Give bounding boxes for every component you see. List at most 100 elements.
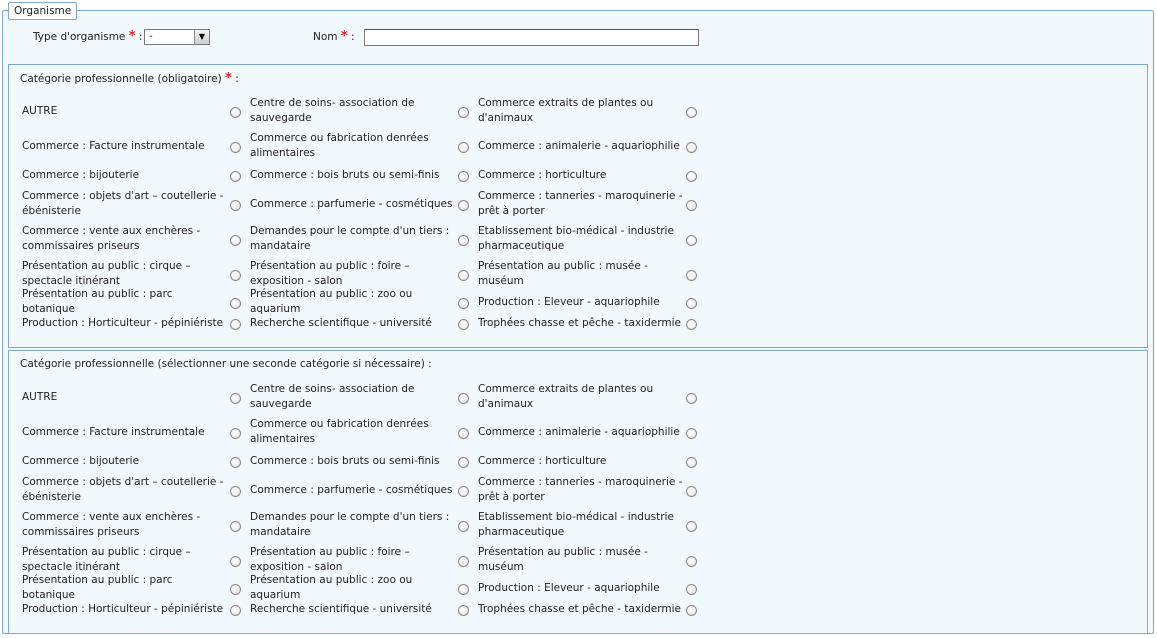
categorie-seconde-option-radio[interactable]	[686, 556, 697, 567]
categorie-obligatoire-option-label: Recherche scientifique - université	[250, 316, 432, 329]
categorie-seconde-option-radio[interactable]	[458, 521, 469, 532]
categorie-seconde-option-radio[interactable]	[686, 393, 697, 404]
required-marker: *	[225, 71, 232, 86]
nom-label: Nom * :	[313, 30, 355, 44]
categorie-obligatoire-option-radio[interactable]	[230, 171, 241, 182]
categorie-seconde-option-radio[interactable]	[458, 605, 469, 616]
categorie-seconde-option-radio[interactable]	[458, 428, 469, 439]
categorie-seconde-option-label: Demandes pour le compte d'un tiers : man…	[250, 511, 450, 538]
categorie-seconde-option-radio[interactable]	[686, 521, 697, 532]
organisme-legend: Organisme	[8, 2, 78, 20]
categorie-seconde-option-label: Présentation au public : cirque – specta…	[22, 546, 191, 573]
categorie-obligatoire-option-label: Production : Eleveur - aquariophile	[478, 295, 660, 308]
categorie-seconde-option-label: Commerce : objets d'art – coutellerie - …	[22, 476, 224, 503]
categorie-obligatoire-option-label: Commerce : parfumerie - cosmétiques	[250, 197, 453, 210]
categorie-obligatoire-option-label: Commerce : Facture instrumentale	[22, 139, 205, 152]
categorie-obligatoire-option-radio[interactable]	[230, 235, 241, 246]
categorie-seconde-option-radio[interactable]	[230, 556, 241, 567]
categorie-obligatoire-option-label: Commerce ou fabrication denrées alimenta…	[250, 132, 429, 159]
categorie-obligatoire-option-radio[interactable]	[230, 319, 241, 330]
categorie-obligatoire-option-radio[interactable]	[230, 200, 241, 211]
categorie-seconde-option-label: Etablissement bio-médical - industrie ph…	[478, 511, 674, 538]
type-organisme-select[interactable]: - ▼	[144, 29, 210, 45]
categorie-obligatoire-option-radio[interactable]	[686, 142, 697, 153]
categorie-obligatoire-option-radio[interactable]	[458, 107, 469, 118]
categorie-obligatoire-option-radio[interactable]	[458, 319, 469, 330]
label-colon: :	[235, 73, 239, 85]
categorie-seconde-option-label: Commerce : parfumerie - cosmétiques	[250, 483, 453, 496]
categorie-obligatoire-option-radio[interactable]	[458, 235, 469, 246]
categorie-obligatoire-option-radio[interactable]	[686, 171, 697, 182]
type-organisme-label-text: Type d'organisme	[33, 31, 126, 43]
categorie-seconde-option-radio[interactable]	[458, 556, 469, 567]
categorie-obligatoire-option-label: Présentation au public : parc botanique	[22, 288, 173, 315]
categorie-seconde-option-radio[interactable]	[686, 605, 697, 616]
categorie-obligatoire-option-label: Commerce : vente aux enchères - commissa…	[22, 225, 201, 252]
categorie-obligatoire-title: Catégorie professionnelle (obligatoire) …	[20, 72, 239, 86]
categorie-obligatoire-option-radio[interactable]	[458, 200, 469, 211]
categorie-seconde-option-label: Recherche scientifique - université	[250, 602, 432, 615]
categorie-obligatoire-option-label: Commerce extraits de plantes ou d'animau…	[478, 97, 654, 124]
categorie-seconde-option-label: Commerce : bijouterie	[22, 454, 140, 467]
categorie-obligatoire-option-label: Commerce : horticulture	[478, 168, 607, 181]
type-organisme-value: -	[149, 31, 153, 42]
categorie-seconde-option-radio[interactable]	[686, 428, 697, 439]
categorie-obligatoire-option-radio[interactable]	[686, 298, 697, 309]
categorie-seconde-option-radio[interactable]	[230, 486, 241, 497]
categorie-seconde-option-radio[interactable]	[230, 521, 241, 532]
categorie-seconde-option-radio[interactable]	[458, 584, 469, 595]
categorie-seconde-option-radio[interactable]	[458, 457, 469, 468]
categorie-obligatoire-option-radio[interactable]	[230, 142, 241, 153]
categorie-obligatoire-option-label: Demandes pour le compte d'un tiers : man…	[250, 225, 450, 252]
categorie-seconde-option-label: Présentation au public : parc botanique	[22, 574, 173, 601]
categorie-obligatoire-option-radio[interactable]	[230, 270, 241, 281]
categorie-seconde-option-radio[interactable]	[230, 584, 241, 595]
required-marker: *	[340, 29, 348, 44]
categorie-seconde-option-label: Commerce : tanneries - maroquinerie - pr…	[478, 476, 683, 503]
categorie-obligatoire-option-radio[interactable]	[686, 107, 697, 118]
categorie-obligatoire-title-text: Catégorie professionnelle (obligatoire)	[20, 73, 222, 85]
categorie-seconde-title: Catégorie professionnelle (sélectionner …	[20, 358, 432, 370]
categorie-seconde-option-radio[interactable]	[458, 486, 469, 497]
categorie-seconde-option-label: Commerce extraits de plantes ou d'animau…	[478, 383, 654, 410]
categorie-obligatoire-option-radio[interactable]	[458, 270, 469, 281]
categorie-obligatoire-option-label: Commerce : objets d'art – coutellerie - …	[22, 190, 224, 217]
categorie-obligatoire-fieldset: Catégorie professionnelle (obligatoire) …	[8, 64, 1148, 348]
categorie-obligatoire-option-label: AUTRE	[22, 104, 58, 117]
categorie-seconde-option-label: Commerce : horticulture	[478, 454, 607, 467]
categorie-seconde-option-radio[interactable]	[230, 457, 241, 468]
chevron-down-icon[interactable]: ▼	[194, 30, 209, 44]
categorie-obligatoire-option-radio[interactable]	[230, 107, 241, 118]
type-organisme-label: Type d'organisme * :	[33, 30, 142, 44]
categorie-seconde-option-radio[interactable]	[230, 605, 241, 616]
categorie-obligatoire-option-radio[interactable]	[458, 298, 469, 309]
categorie-obligatoire-option-label: Présentation au public : foire – exposit…	[250, 260, 410, 287]
categorie-obligatoire-option-label: Trophées chasse et pêche - taxidermie	[478, 316, 681, 329]
nom-input[interactable]	[364, 29, 699, 46]
categorie-seconde-option-radio[interactable]	[686, 486, 697, 497]
nom-label-text: Nom	[313, 31, 338, 43]
categorie-obligatoire-option-radio[interactable]	[458, 142, 469, 153]
categorie-seconde-option-label: Commerce : bois bruts ou semi-finis	[250, 454, 440, 467]
categorie-seconde-option-radio[interactable]	[458, 393, 469, 404]
categorie-seconde-option-label: Présentation au public : musée - muséum	[478, 546, 648, 573]
categorie-seconde-option-radio[interactable]	[230, 428, 241, 439]
categorie-obligatoire-option-radio[interactable]	[230, 298, 241, 309]
categorie-obligatoire-option-radio[interactable]	[686, 270, 697, 281]
organisme-fieldset: Organisme Type d'organisme * : - ▼ Nom *…	[2, 2, 1154, 634]
required-marker: *	[128, 29, 136, 44]
categorie-seconde-option-label: Présentation au public : zoo ou aquarium	[250, 574, 413, 601]
categorie-obligatoire-option-radio[interactable]	[686, 200, 697, 211]
label-colon: :	[138, 31, 143, 43]
categorie-seconde-option-label: Commerce : animalerie - aquariophilie	[478, 425, 680, 438]
categorie-seconde-option-radio[interactable]	[230, 393, 241, 404]
categorie-obligatoire-option-radio[interactable]	[686, 235, 697, 246]
categorie-obligatoire-option-label: Commerce : animalerie - aquariophilie	[478, 139, 680, 152]
categorie-obligatoire-option-label: Commerce : bijouterie	[22, 168, 140, 181]
categorie-obligatoire-option-radio[interactable]	[458, 171, 469, 182]
categorie-seconde-option-label: Présentation au public : foire – exposit…	[250, 546, 410, 573]
categorie-seconde-option-radio[interactable]	[686, 457, 697, 468]
categorie-seconde-option-label: Commerce ou fabrication denrées alimenta…	[250, 418, 429, 445]
categorie-seconde-option-radio[interactable]	[686, 584, 697, 595]
categorie-obligatoire-option-radio[interactable]	[686, 319, 697, 330]
